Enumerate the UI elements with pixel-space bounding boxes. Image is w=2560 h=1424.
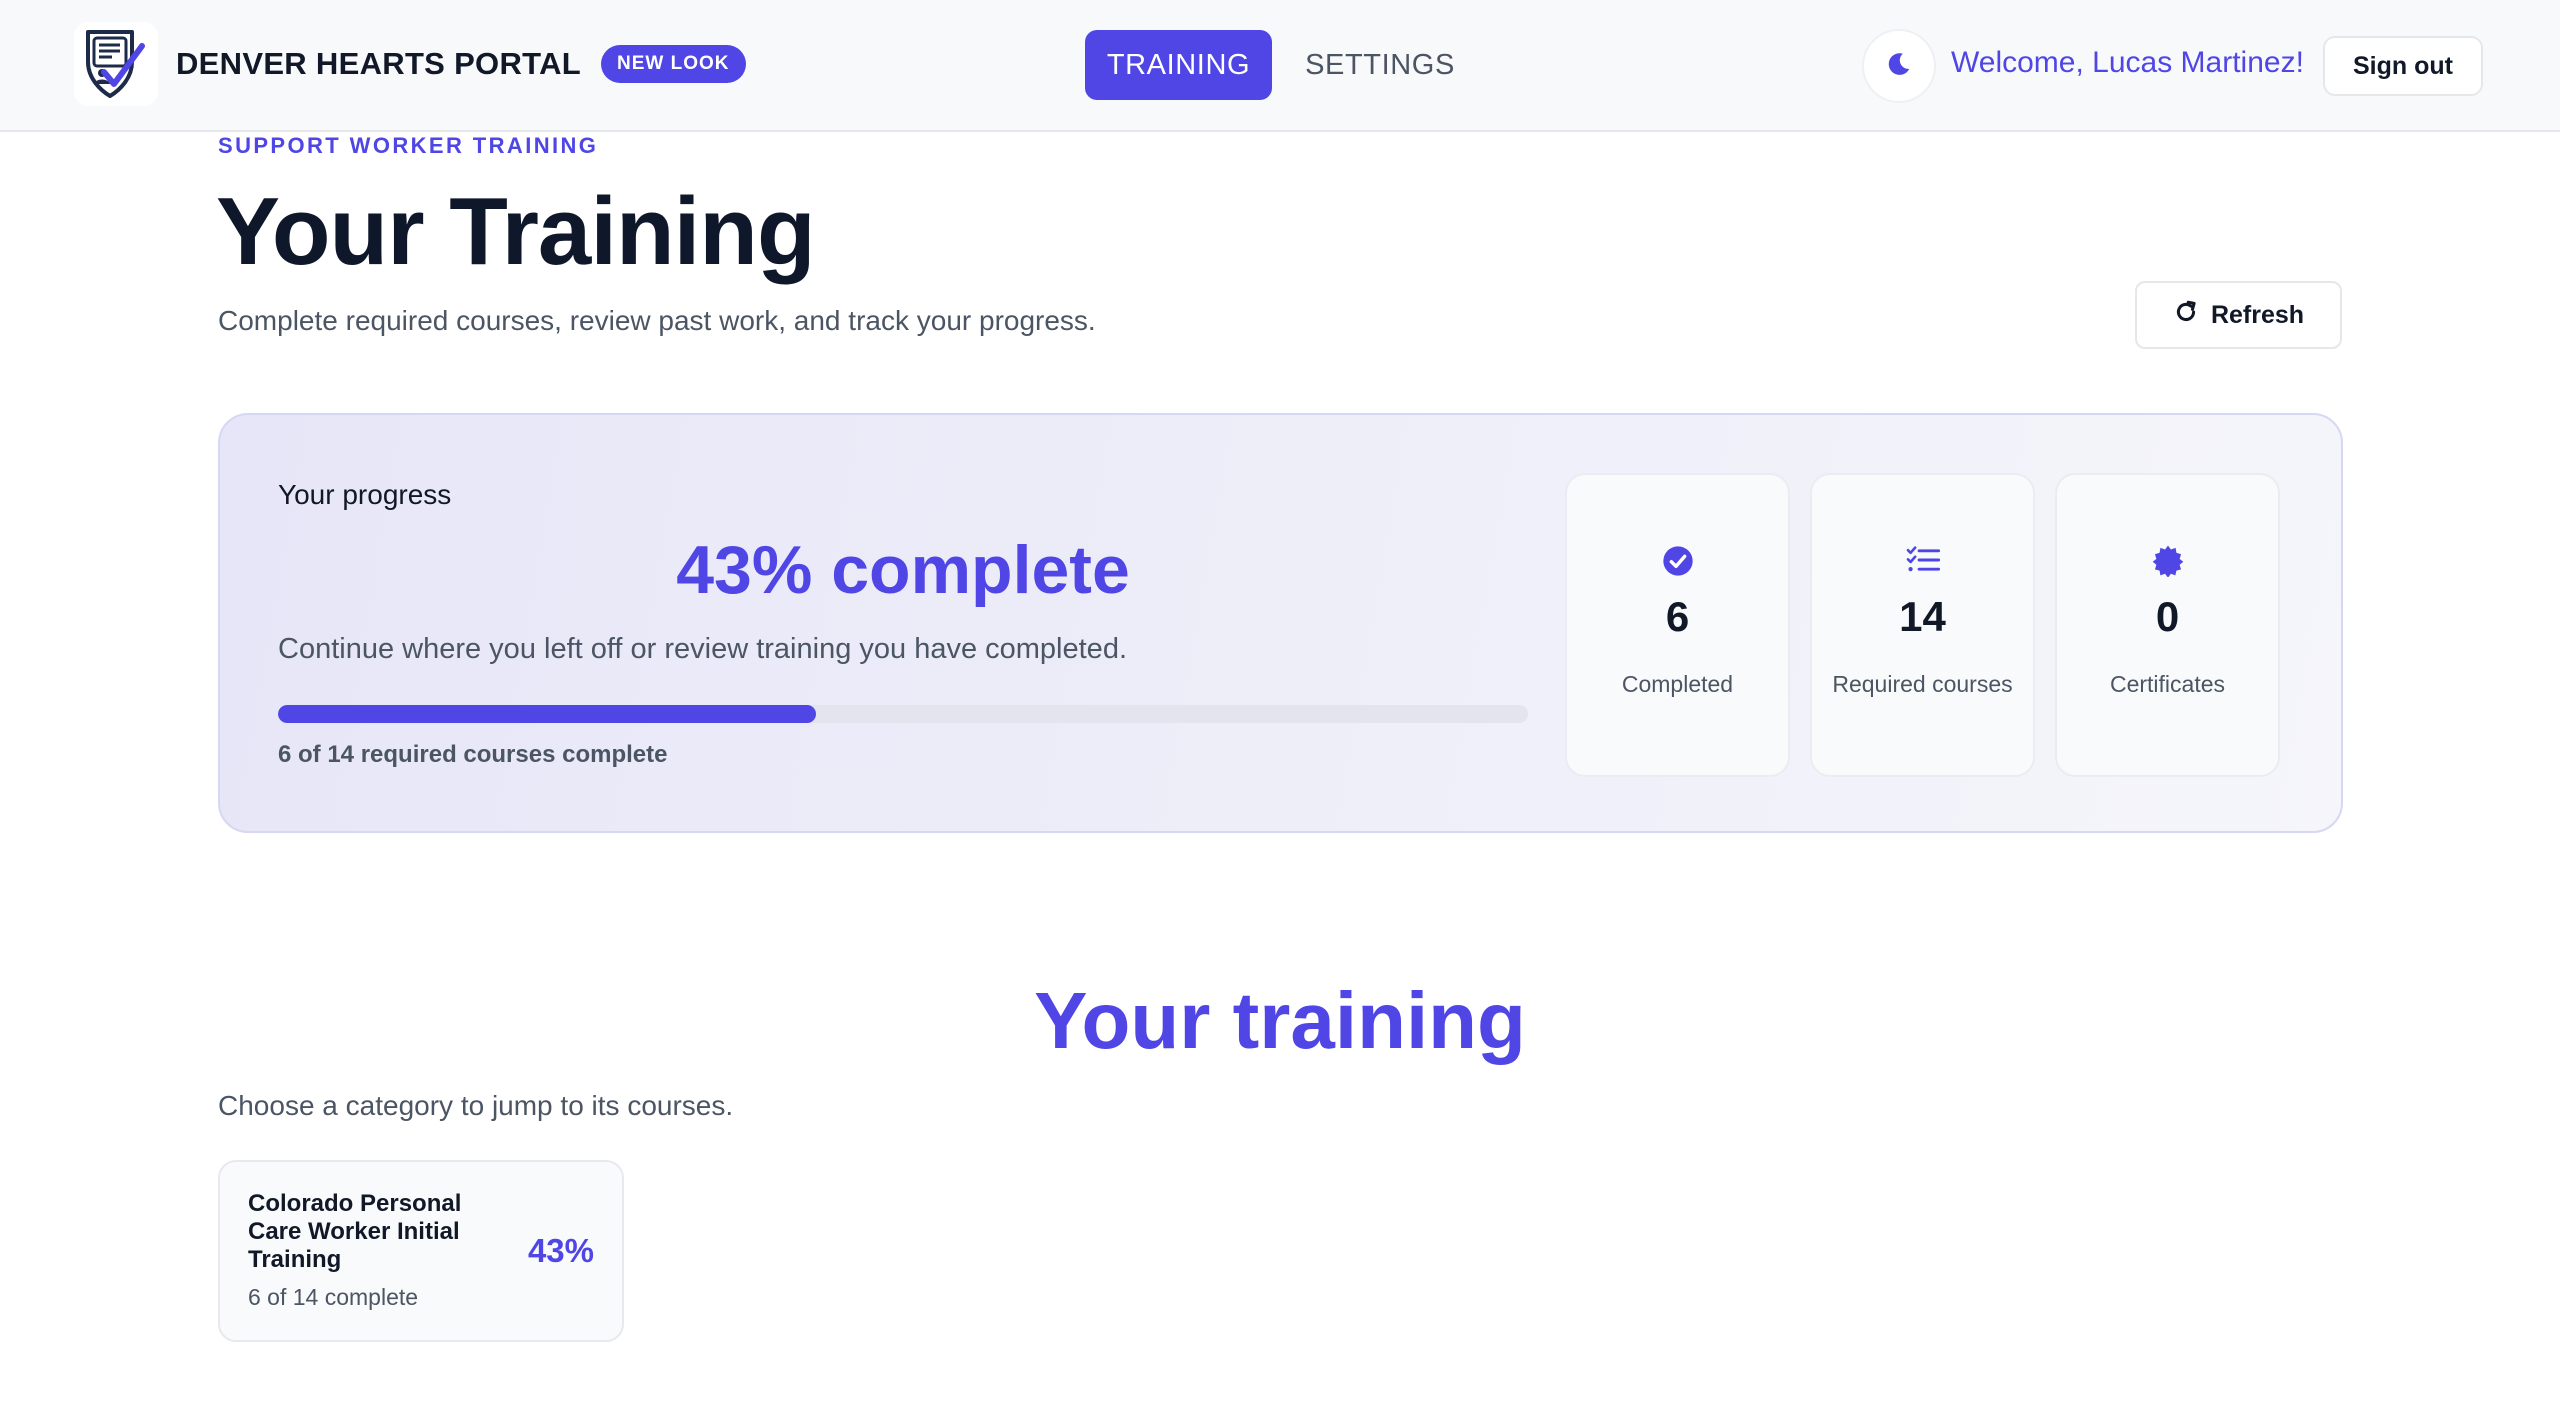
stat-value: 6 (1665, 593, 1690, 640)
stat-completed: 6 Completed (1565, 473, 1790, 777)
tab-training[interactable]: TRAINING (1085, 30, 1272, 100)
stat-value: 0 (2155, 593, 2180, 640)
new-look-badge: NEW LOOK (601, 45, 746, 83)
badge-icon (2057, 545, 2278, 577)
tab-settings[interactable]: SETTINGS (1295, 30, 1465, 100)
page-subtitle: Complete required courses, review past w… (218, 305, 1096, 336)
progress-bar-fill (278, 705, 816, 723)
category-percent: 43% (527, 1232, 594, 1269)
brand[interactable]: DENVER HEARTS PORTAL NEW LOOK (74, 22, 746, 106)
refresh-label: Refresh (2210, 300, 2305, 329)
brand-name: DENVER HEARTS PORTAL (176, 46, 582, 81)
progress-caption: 6 of 14 required courses complete (278, 741, 668, 768)
stat-certificates: 0 Certificates (2055, 473, 2280, 777)
progress-card: Your progress 43% complete Continue wher… (218, 413, 2343, 833)
welcome-message: Welcome, Lucas Martinez! (1951, 46, 2304, 79)
stat-label: Certificates (2109, 671, 2226, 697)
category-progress-text: 6 of 14 complete (248, 1284, 419, 1310)
progress-percent: 43% complete (676, 532, 1130, 608)
stat-required-courses: 14 Required courses (1810, 473, 2035, 777)
refresh-button[interactable]: Refresh (2135, 281, 2342, 349)
section-title: Your training (1034, 976, 1526, 1065)
page-eyebrow: SUPPORT WORKER TRAINING (218, 133, 599, 158)
category-title: Colorado Personal Care Worker Initial Tr… (248, 1190, 462, 1273)
progress-label: Your progress (278, 479, 452, 510)
category-card[interactable]: Colorado Personal Care Worker Initial Tr… (218, 1160, 624, 1342)
theme-toggle-button[interactable] (1862, 29, 1936, 103)
refresh-icon (2173, 299, 2199, 332)
stat-label: Completed (1621, 671, 1734, 697)
stat-label: Required courses (1832, 671, 2013, 697)
checklist-icon (1812, 545, 2033, 575)
sign-out-button[interactable]: Sign out (2323, 36, 2483, 96)
moon-icon (1886, 51, 1912, 82)
stat-value: 14 (1899, 593, 1946, 640)
top-navigation-bar: DENVER HEARTS PORTAL NEW LOOK TRAINING S… (0, 0, 2560, 132)
shield-checklist-logo (74, 22, 158, 106)
progress-bar (278, 705, 1528, 723)
check-circle-icon (1567, 545, 1788, 577)
page-title: Your Training (216, 178, 816, 285)
section-subtitle: Choose a category to jump to its courses… (218, 1090, 734, 1121)
progress-description: Continue where you left off or review tr… (278, 633, 1128, 665)
